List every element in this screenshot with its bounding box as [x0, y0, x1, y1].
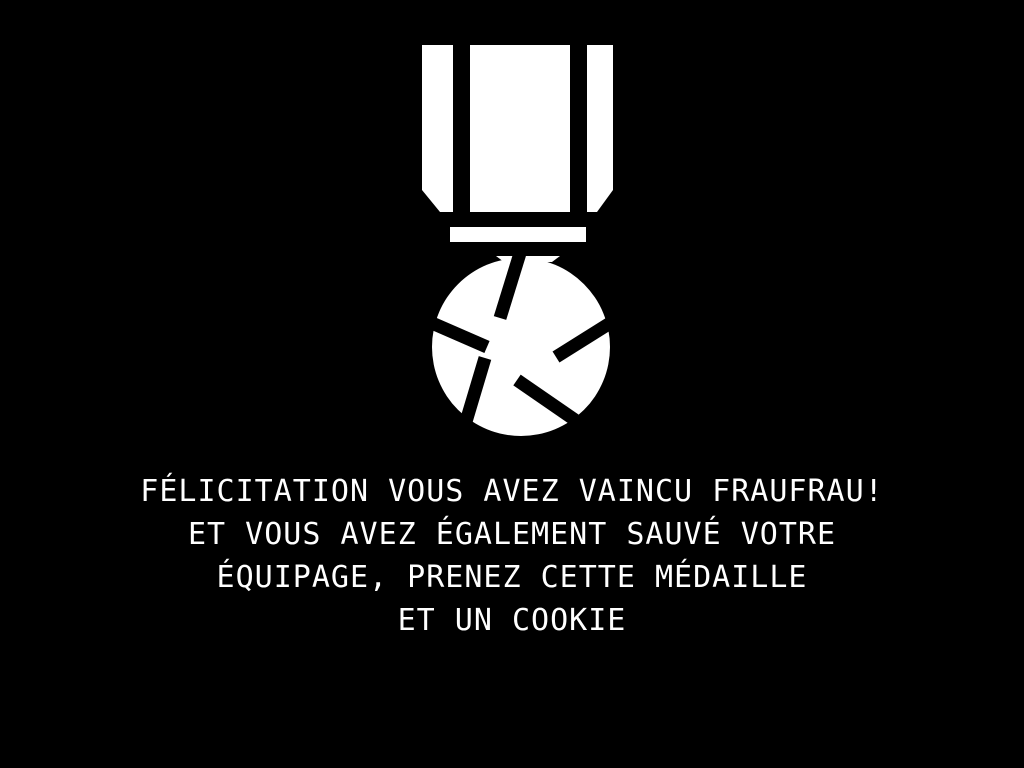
message-line-3: ÉQUIPAGE, PRENEZ CETTE MÉDAILLE — [216, 560, 808, 595]
message-line-4: ET UN COOKIE — [397, 603, 627, 638]
medallion — [422, 248, 619, 436]
ribbon-center-panel — [470, 45, 570, 212]
victory-screen: FÉLICITATION VOUS AVEZ VAINCU FRAUFRAU! … — [0, 0, 1024, 768]
medal-icon — [422, 45, 619, 436]
message-line-1: FÉLICITATION VOUS AVEZ VAINCU FRAUFRAU! — [140, 474, 884, 509]
victory-message: FÉLICITATION VOUS AVEZ VAINCU FRAUFRAU! … — [0, 470, 1024, 642]
ribbon-right-strip — [587, 45, 613, 212]
ribbon-left-strip — [422, 45, 453, 212]
message-line-2: ET VOUS AVEZ ÉGALEMENT SAUVÉ VOTRE — [187, 517, 837, 552]
medal-clasp-bar — [450, 227, 586, 242]
